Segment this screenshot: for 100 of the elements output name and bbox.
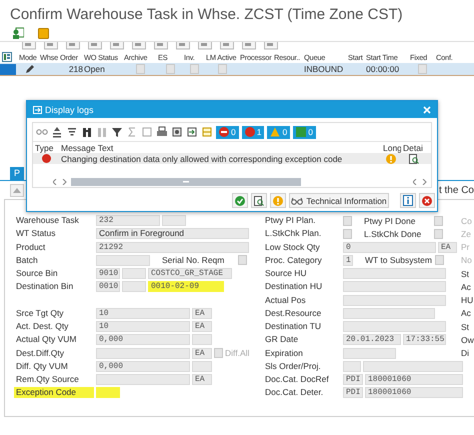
row-selector[interactable] xyxy=(0,64,16,74)
info-button[interactable] xyxy=(400,193,416,208)
document-magnifier-icon xyxy=(254,196,264,206)
field-label: Co xyxy=(460,216,473,226)
sort-icon[interactable] xyxy=(66,126,78,138)
detail-button[interactable] xyxy=(251,193,267,208)
checkbox[interactable] xyxy=(166,64,175,74)
field-label: Doc.Cat. DocRef xyxy=(264,374,330,386)
field-label: Exception Code xyxy=(14,387,94,398)
input-field[interactable]: 180001060 xyxy=(365,374,463,386)
input-field[interactable] xyxy=(343,321,446,332)
input-field[interactable]: 17:33:55 xyxy=(403,334,446,346)
input-field[interactable]: COSTCO_GR_STAGE xyxy=(148,268,232,280)
input-field[interactable]: 9010 xyxy=(96,268,120,280)
window-title: Confirm Warehouse Task in Whse. ZCST (Time Zone CST) xyxy=(9,5,404,22)
input-field[interactable]: 10 xyxy=(96,321,190,332)
input-field[interactable]: 0010 xyxy=(96,281,120,292)
input-field[interactable]: EA xyxy=(192,374,212,386)
toolbar-icon[interactable] xyxy=(264,42,278,50)
table-row[interactable]: 218Open INBOUND 00:00:00 xyxy=(0,63,474,76)
close-icon[interactable] xyxy=(423,106,431,114)
glasses-icon xyxy=(291,196,304,204)
field-label: Destination Bin xyxy=(15,281,74,292)
input-field[interactable] xyxy=(162,215,186,226)
toolbar-icon[interactable] xyxy=(198,42,212,50)
field-label: Actual Pos xyxy=(264,294,307,306)
input-field[interactable] xyxy=(363,360,463,372)
input-field[interactable] xyxy=(96,254,150,266)
filter-icon[interactable] xyxy=(111,126,123,138)
input-field[interactable] xyxy=(343,268,446,280)
sort-icon[interactable] xyxy=(51,126,63,138)
input-field[interactable]: PDI xyxy=(343,387,363,398)
toolbar-icon[interactable] xyxy=(132,42,146,50)
input-field[interactable]: PDI xyxy=(343,374,363,386)
input-field[interactable]: Confirm in Foreground xyxy=(96,228,249,240)
user-document-icon[interactable] xyxy=(12,27,24,39)
column-header[interactable]: Long xyxy=(381,142,401,152)
cancel-button[interactable] xyxy=(419,193,435,208)
checkbox[interactable] xyxy=(218,64,227,74)
input-field[interactable] xyxy=(343,281,446,292)
window-icon xyxy=(33,106,42,114)
checkbox[interactable] xyxy=(136,64,145,74)
table-settings-icon[interactable] xyxy=(2,52,12,62)
field-label: Ac xyxy=(460,308,472,318)
continue-button[interactable] xyxy=(232,193,248,208)
input-field[interactable] xyxy=(192,334,212,346)
input-field[interactable] xyxy=(96,348,190,359)
input-field[interactable] xyxy=(343,360,361,372)
toolbar-icon[interactable] xyxy=(176,42,190,50)
input-field[interactable]: 0,000 xyxy=(96,360,190,372)
technical-information-button[interactable]: Technical Information xyxy=(289,193,389,208)
input-field[interactable] xyxy=(192,360,212,372)
field-label: Ac xyxy=(460,282,472,292)
column-header[interactable]: Message Text xyxy=(59,142,381,152)
checkbox[interactable] xyxy=(190,64,199,74)
toolbar-icon[interactable] xyxy=(220,42,234,50)
field-label: Warehouse Task xyxy=(15,215,80,226)
input-field[interactable] xyxy=(343,348,396,359)
warning-icon xyxy=(270,127,280,137)
input-field[interactable]: EA xyxy=(192,321,212,332)
square-icon[interactable] xyxy=(38,28,49,38)
input-field[interactable] xyxy=(122,281,146,292)
toolbar-icon[interactable] xyxy=(110,42,124,50)
input-field[interactable]: EA xyxy=(438,242,457,253)
toolbar-icon[interactable] xyxy=(66,42,80,50)
help-icon[interactable] xyxy=(386,154,396,164)
option-label: Ptwy PI Done xyxy=(363,216,416,226)
scrollbar-thumb[interactable] xyxy=(71,178,301,186)
input-field[interactable]: 20.01.2023 xyxy=(343,334,401,346)
tab[interactable]: P xyxy=(10,167,24,181)
input-field[interactable]: 21292 xyxy=(96,242,249,253)
input-field[interactable] xyxy=(343,308,435,319)
column-header[interactable]: Detai xyxy=(401,142,427,152)
input-field[interactable]: 0010-02-09 xyxy=(148,281,224,292)
input-field[interactable]: EA xyxy=(192,348,212,359)
input-field[interactable] xyxy=(96,374,190,386)
option-label: Serial No. Reqm xyxy=(161,255,226,266)
field-label: Product xyxy=(15,242,46,253)
message-text: Changing destination data only allowed with corresponding exception code xyxy=(60,154,344,164)
input-field[interactable]: EA xyxy=(192,308,212,319)
input-field[interactable]: 180001060 xyxy=(365,387,463,398)
column-header[interactable]: Type xyxy=(33,142,59,152)
toolbar-icon[interactable] xyxy=(44,42,58,50)
input-field[interactable] xyxy=(122,268,146,280)
input-field[interactable]: 0 xyxy=(343,242,436,253)
toolbar-icon[interactable] xyxy=(88,42,102,50)
checkbox[interactable] xyxy=(418,64,427,74)
input-field[interactable]: 232 xyxy=(96,215,160,226)
toolbar-icon[interactable] xyxy=(242,42,256,50)
input-field[interactable]: 1 xyxy=(343,254,353,266)
input-field[interactable]: 0,000 xyxy=(96,334,190,346)
input-field[interactable] xyxy=(343,294,446,306)
stop-icon xyxy=(219,127,229,137)
collapse-button[interactable] xyxy=(10,184,24,196)
input-field[interactable]: 10 xyxy=(96,308,190,319)
toolbar-icon[interactable] xyxy=(22,42,36,50)
print-icon[interactable] xyxy=(156,126,168,138)
toolbar-icon[interactable] xyxy=(154,42,168,50)
input-field[interactable] xyxy=(96,387,120,398)
document-magnifier-icon[interactable] xyxy=(409,154,419,164)
